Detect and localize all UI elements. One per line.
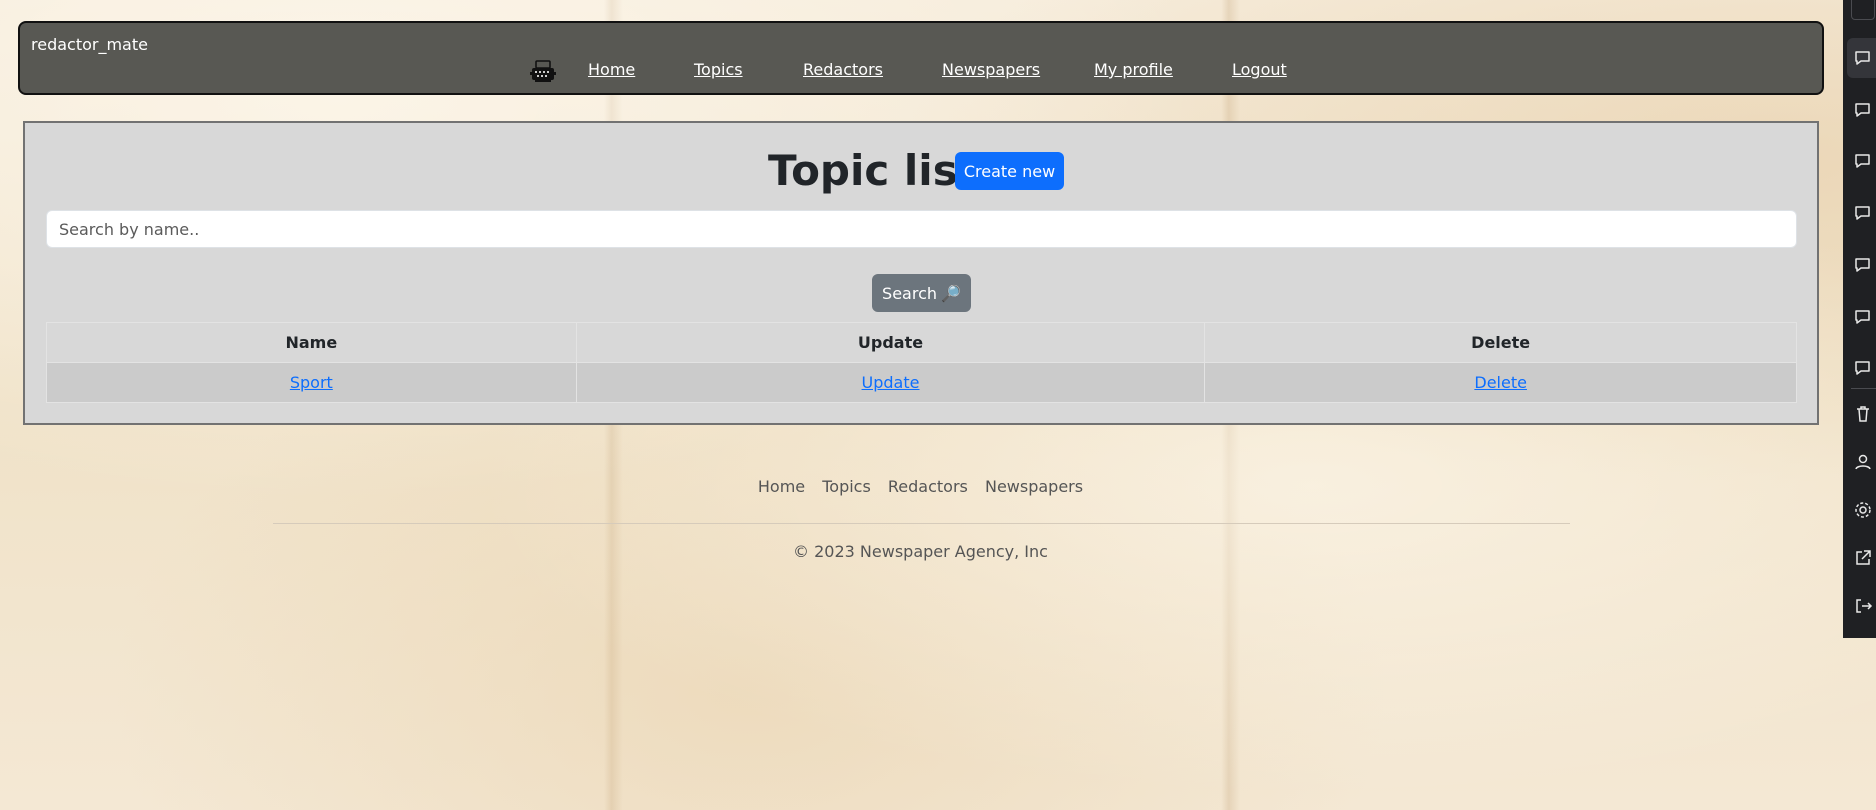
browser-side-panel [1843, 0, 1876, 638]
table-cell-name: Sport [46, 362, 577, 403]
user-icon[interactable] [1853, 452, 1873, 472]
search-button[interactable]: Search 🔎 [872, 274, 971, 312]
topics-table: Name Update Delete Sport Update Delete [46, 322, 1797, 403]
comment-icon[interactable] [1853, 255, 1873, 275]
search-button-label: Search [882, 283, 938, 303]
update-topic-link[interactable]: Update [862, 373, 920, 392]
nav-topics-link[interactable]: Topics [694, 60, 743, 79]
comment-icon[interactable] [1853, 358, 1873, 378]
comment-icon[interactable] [1853, 48, 1873, 68]
comment-icon[interactable] [1853, 307, 1873, 327]
footer-nav: Home Topics Redactors Newspapers [0, 477, 1841, 496]
create-new-button[interactable]: Create new [955, 152, 1064, 190]
title-row: Topic list Create new [25, 143, 1817, 199]
nav-my-profile-link[interactable]: My profile [1094, 60, 1173, 79]
trash-icon[interactable] [1853, 404, 1873, 424]
external-link-icon[interactable] [1853, 548, 1873, 568]
comment-icon[interactable] [1853, 203, 1873, 223]
nav-home-link[interactable]: Home [588, 60, 635, 79]
search-input[interactable] [46, 210, 1797, 248]
footer-newspapers-link[interactable]: Newspapers [985, 477, 1083, 496]
column-header-delete: Delete [1204, 322, 1797, 363]
top-navbar: redactor_mate Home Topics Redactors News… [18, 21, 1824, 95]
column-header-name: Name [46, 322, 577, 363]
footer-home-link[interactable]: Home [758, 477, 805, 496]
gear-icon[interactable] [1853, 500, 1873, 520]
copyright-text: © 2023 Newspaper Agency, Inc [793, 542, 1048, 561]
side-panel-divider [1851, 388, 1876, 389]
search-icon: 🔎 [941, 283, 961, 303]
table-cell-delete: Delete [1204, 362, 1797, 403]
nav-newspapers-link[interactable]: Newspapers [942, 60, 1040, 79]
footer-redactors-link[interactable]: Redactors [888, 477, 968, 496]
nav-redactors-link[interactable]: Redactors [803, 60, 883, 79]
typewriter-icon[interactable] [529, 60, 557, 84]
comment-icon[interactable] [1853, 151, 1873, 171]
brand-username: redactor_mate [31, 35, 148, 54]
nav-logout-link[interactable]: Logout [1232, 60, 1287, 79]
delete-topic-link[interactable]: Delete [1474, 373, 1527, 392]
comment-icon[interactable] [1853, 100, 1873, 120]
logout-icon[interactable] [1853, 596, 1873, 616]
table-cell-update: Update [575, 362, 1206, 403]
side-panel-top-button[interactable] [1851, 0, 1875, 20]
topic-name-link[interactable]: Sport [290, 373, 333, 392]
column-header-update: Update [575, 322, 1206, 363]
footer-divider [273, 523, 1570, 524]
page-title: Topic list [768, 146, 978, 195]
footer-topics-link[interactable]: Topics [822, 477, 871, 496]
table-header-row: Name Update Delete [46, 322, 1797, 363]
table-row: Sport Update Delete [46, 362, 1797, 403]
topic-list-card: Topic list Create new Search🔎 Name Updat… [23, 121, 1819, 425]
